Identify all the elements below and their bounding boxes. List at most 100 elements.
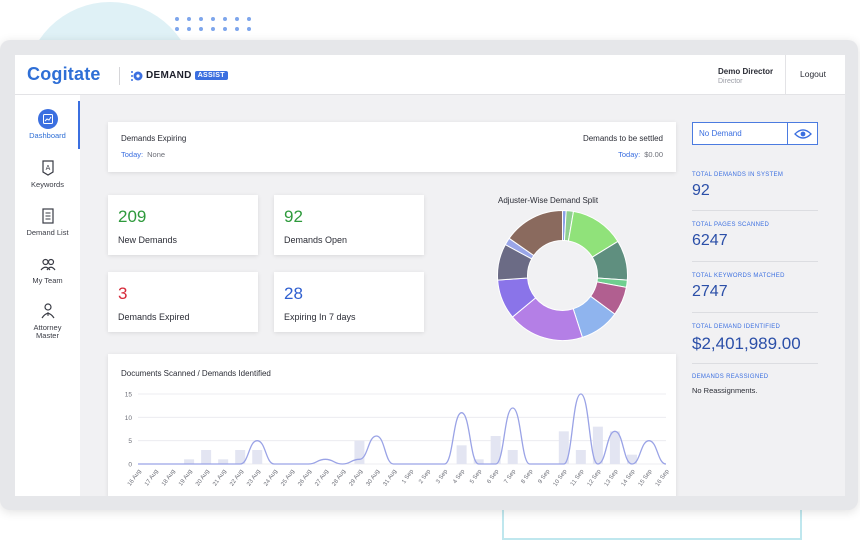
app-logo[interactable]: Cogitate bbox=[27, 64, 101, 85]
product-brand: DEMAND ASSIST bbox=[130, 69, 228, 82]
x-tick-label: 5 Sep bbox=[469, 468, 483, 485]
x-tick-label: 7 Sep bbox=[503, 468, 517, 485]
sidebar-item-dashboard[interactable]: Dashboard bbox=[15, 109, 80, 140]
total-pages-block: TOTAL PAGES SCANNED 6247 bbox=[692, 222, 818, 262]
svg-text:A: A bbox=[45, 165, 50, 172]
x-tick-label: 28 Aug bbox=[331, 469, 347, 488]
x-tick-label: 12 Sep bbox=[587, 468, 603, 488]
demand-select[interactable]: No Demand bbox=[692, 122, 818, 145]
expiring-title: Demands Expiring bbox=[121, 134, 187, 143]
decorative-outline bbox=[502, 505, 802, 540]
stat-label: Demands Open bbox=[284, 235, 348, 245]
x-tick-label: 31 Aug bbox=[382, 469, 398, 488]
stat-card-new-demands[interactable]: 209 New Demands bbox=[108, 195, 258, 255]
team-icon bbox=[40, 258, 55, 271]
x-tick-label: 18 Aug bbox=[161, 469, 177, 488]
total-pages-value: 6247 bbox=[692, 232, 728, 249]
sidebar-item-my-team[interactable]: My Team bbox=[15, 254, 80, 285]
sidebar-item-label: Demand List bbox=[26, 228, 69, 237]
keywords-icon: A bbox=[41, 160, 54, 176]
stat-label: Expiring In 7 days bbox=[284, 312, 356, 322]
stat-label: Demands Expired bbox=[118, 312, 190, 322]
x-tick-label: 29 Aug bbox=[348, 469, 364, 488]
brand-name: DEMAND bbox=[146, 70, 192, 81]
stat-value: 28 bbox=[284, 284, 303, 303]
stat-label: New Demands bbox=[118, 235, 178, 245]
total-demand-identified-value: $2,401,989.00 bbox=[692, 334, 801, 353]
expiring-today-label: Today: bbox=[121, 150, 144, 159]
x-tick-label: 25 Aug bbox=[280, 469, 296, 488]
reassigned-block: DEMANDS REASSIGNED No Reassignments. bbox=[692, 374, 818, 406]
sidebar-item-label: Keywords bbox=[31, 180, 64, 189]
sidebar-item-label: Attorney Master bbox=[33, 323, 62, 340]
x-tick-label: 13 Sep bbox=[604, 468, 620, 488]
y-tick-label: 0 bbox=[128, 462, 132, 469]
user-info[interactable]: Demo Director Director bbox=[718, 67, 773, 85]
demand-list-icon bbox=[41, 208, 54, 224]
stat-value: 209 bbox=[118, 207, 147, 226]
app-window: Cogitate DEMAND ASSIST Demo Director Dir… bbox=[15, 55, 845, 496]
x-tick-label: 24 Aug bbox=[263, 469, 279, 488]
x-tick-label: 4 Sep bbox=[452, 468, 466, 485]
dashboard-icon bbox=[37, 109, 58, 129]
total-demand-identified-block: TOTAL DEMAND IDENTIFIED $2,401,989.00 bbox=[692, 324, 818, 364]
x-tick-label: 14 Sep bbox=[621, 468, 637, 488]
total-demands-label: TOTAL DEMANDS IN SYSTEM bbox=[692, 172, 784, 178]
stat-card-demands-expired[interactable]: 3 Demands Expired bbox=[108, 272, 258, 332]
chart-bar bbox=[218, 459, 229, 464]
sidebar-item-keywords[interactable]: A Keywords bbox=[15, 158, 80, 189]
chart-bar bbox=[354, 440, 365, 464]
topbar-divider bbox=[785, 55, 786, 95]
total-demands-block: TOTAL DEMANDS IN SYSTEM 92 bbox=[692, 172, 818, 211]
select-divider bbox=[787, 123, 788, 144]
sidebar-item-attorney-master[interactable]: Attorney Master bbox=[15, 301, 80, 340]
reassigned-text: No Reassignments. bbox=[692, 386, 758, 395]
settle-today: Today: $0.00 bbox=[618, 150, 663, 159]
settle-today-value: $0.00 bbox=[644, 150, 663, 159]
x-tick-label: 17 Aug bbox=[144, 469, 160, 488]
y-tick-label: 15 bbox=[125, 392, 133, 399]
x-tick-label: 10 Sep bbox=[553, 468, 569, 488]
logo-divider bbox=[119, 67, 120, 85]
sidebar-item-label: My Team bbox=[32, 276, 63, 285]
brand-badge: ASSIST bbox=[194, 71, 228, 80]
chart-bar bbox=[575, 450, 586, 464]
sidebar-item-demand-list[interactable]: Demand List bbox=[15, 206, 80, 237]
settle-title: Demands to be settled bbox=[582, 134, 663, 143]
total-demands-value: 92 bbox=[692, 182, 710, 199]
x-tick-label: 21 Aug bbox=[212, 469, 228, 488]
x-tick-label: 27 Aug bbox=[314, 469, 330, 488]
total-keywords-block: TOTAL KEYWORDS MATCHED 2747 bbox=[692, 273, 818, 313]
eye-icon[interactable] bbox=[793, 127, 813, 141]
chart-bar bbox=[252, 450, 263, 464]
x-tick-label: 1 Sep bbox=[401, 468, 415, 485]
chart-bar bbox=[507, 450, 518, 464]
y-tick-label: 10 bbox=[125, 415, 133, 422]
x-tick-label: 3 Sep bbox=[435, 468, 449, 485]
x-tick-label: 16 Aug bbox=[127, 469, 143, 488]
x-tick-label: 11 Sep bbox=[570, 468, 586, 487]
chart-bar bbox=[184, 459, 195, 464]
y-tick-label: 5 bbox=[128, 438, 132, 445]
documents-chart: 0 5 10 15 16 Aug 17 Aug 18 Aug 19 Aug 20 Aug 21 A… bbox=[125, 392, 671, 488]
x-tick-label: 22 Aug bbox=[229, 469, 245, 488]
demand-select-value: No Demand bbox=[699, 129, 742, 138]
demands-expiring-card: Demands Expiring Today: None Demands to b… bbox=[108, 122, 676, 172]
user-name: Demo Director bbox=[718, 67, 774, 76]
screenshot-stage: Cogitate DEMAND ASSIST Demo Director Dir… bbox=[0, 0, 860, 555]
stat-card-demands-open[interactable]: 92 Demands Open bbox=[274, 195, 424, 255]
stat-card-expiring-7-days[interactable]: 28 Expiring In 7 days bbox=[274, 272, 424, 332]
x-tick-label: 8 Sep bbox=[520, 468, 534, 485]
x-tick-label: 23 Aug bbox=[246, 469, 262, 488]
reassigned-label: DEMANDS REASSIGNED bbox=[692, 374, 769, 380]
adjuster-pie-chart bbox=[497, 209, 628, 341]
logout-button[interactable]: Logout bbox=[800, 69, 826, 79]
stat-value: 92 bbox=[284, 207, 303, 226]
top-bar: Cogitate DEMAND ASSIST Demo Director Dir… bbox=[15, 55, 845, 95]
attorney-icon bbox=[41, 303, 54, 319]
total-demand-identified-label: TOTAL DEMAND IDENTIFIED bbox=[692, 324, 781, 330]
user-role: Director bbox=[718, 78, 743, 85]
decorative-dots bbox=[175, 17, 253, 31]
documents-chart-card: Documents Scanned / Demands Identified 0… bbox=[108, 354, 676, 496]
expiring-today-value: None bbox=[147, 150, 166, 159]
